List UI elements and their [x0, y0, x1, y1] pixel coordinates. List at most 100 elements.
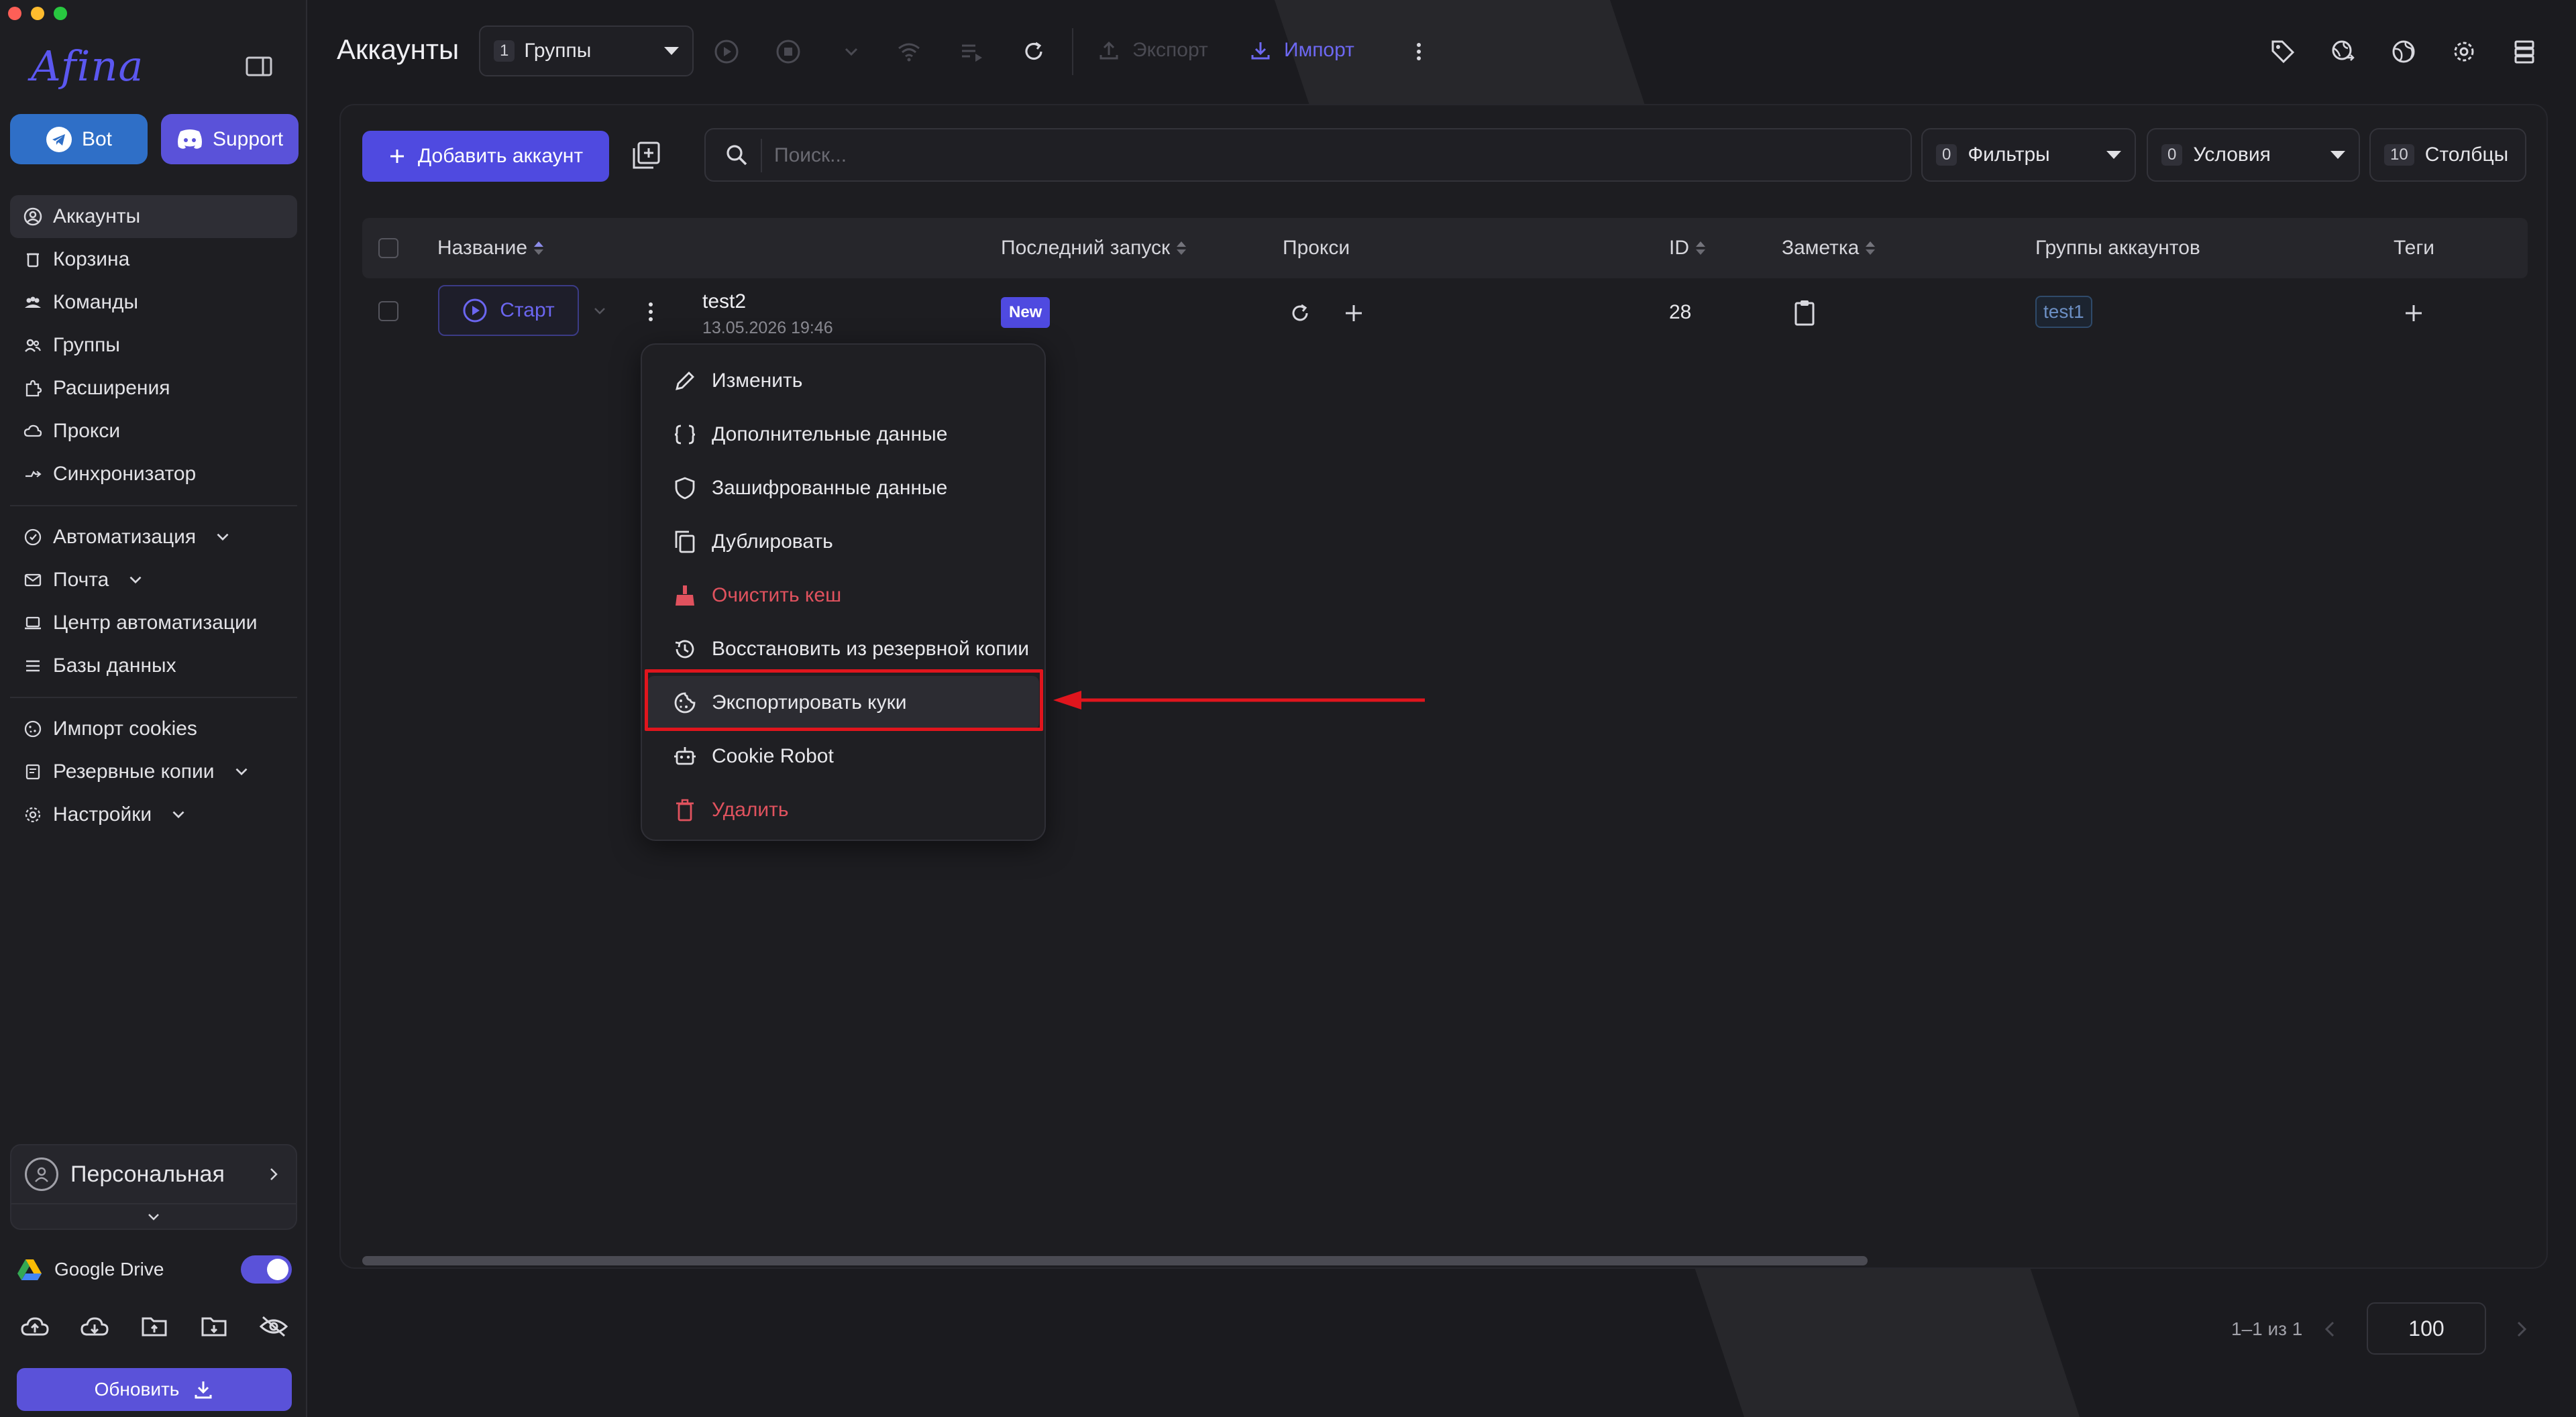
- sidebar-item-teams[interactable]: Команды: [10, 281, 297, 324]
- conditions-dropdown[interactable]: 0 Условия: [2147, 128, 2360, 182]
- chevron-down-icon: [148, 1214, 159, 1221]
- column-header-groups: Группы аккаунтов: [2035, 237, 2200, 260]
- plus-icon: [390, 150, 404, 163]
- sidebar-item-backups[interactable]: Резервные копии: [10, 750, 297, 793]
- refresh-icon[interactable]: [1288, 301, 1312, 325]
- column-header-id[interactable]: ID: [1669, 237, 1705, 260]
- cloud-icon: [23, 424, 42, 437]
- workspace-name: Персональная: [70, 1161, 225, 1187]
- sidebar-item-settings[interactable]: Настройки: [10, 793, 297, 836]
- sidebar-item-databases[interactable]: Базы данных: [10, 644, 297, 687]
- gear-icon[interactable]: [2451, 39, 2477, 64]
- menu-item-extra-data[interactable]: Дополнительные данные: [647, 408, 1039, 461]
- more-vertical-icon[interactable]: [1406, 39, 1432, 64]
- play-circle-icon[interactable]: [714, 39, 739, 64]
- sidebar-item-label: Команды: [53, 291, 139, 313]
- minimize-window-button[interactable]: [31, 7, 44, 20]
- menu-item-clear-cache[interactable]: Очистить кеш: [647, 569, 1039, 622]
- maximize-window-button[interactable]: [54, 7, 67, 20]
- page-size-input[interactable]: 100: [2367, 1302, 2486, 1355]
- backup-icon: [25, 764, 40, 780]
- export-button[interactable]: Экспорт: [1097, 39, 1208, 62]
- google-drive-toggle[interactable]: [241, 1255, 292, 1284]
- menu-item-duplicate[interactable]: Дублировать: [647, 515, 1039, 569]
- wifi-icon[interactable]: [896, 39, 922, 64]
- export-label: Экспорт: [1132, 39, 1208, 61]
- cloud-download-icon[interactable]: [80, 1314, 109, 1339]
- table-row[interactable]: Старт test2 13.05.2026 19:46 New 28 test…: [362, 285, 2528, 345]
- folder-download-icon[interactable]: [199, 1314, 229, 1339]
- broom-icon: [676, 585, 694, 606]
- horizontal-scrollbar[interactable]: [362, 1256, 1868, 1265]
- start-button[interactable]: Старт: [438, 285, 579, 336]
- pagination-range: 1–1 из 1: [2231, 1318, 2303, 1339]
- sidebar-item-groups[interactable]: Группы: [10, 324, 297, 367]
- group-select[interactable]: 1 Группы: [479, 25, 694, 76]
- workspace-switcher[interactable]: Персональная: [10, 1144, 297, 1230]
- top-bar: Аккаунты 1 Группы Экспорт Импорт: [309, 0, 2576, 104]
- add-tag-icon[interactable]: [2402, 301, 2426, 325]
- sidebar-item-synchronizer[interactable]: Синхронизатор: [10, 453, 297, 496]
- chevron-down-icon[interactable]: [839, 39, 864, 64]
- globe-link-icon[interactable]: [2330, 39, 2356, 64]
- sidebar-item-mail[interactable]: Почта: [10, 559, 297, 602]
- sidebar-item-import-cookies[interactable]: Импорт cookies: [10, 707, 297, 750]
- columns-button[interactable]: 10 Столбцы: [2369, 128, 2526, 182]
- sidebar-item-proxy[interactable]: Прокси: [10, 410, 297, 453]
- account-group-chip[interactable]: test1: [2035, 296, 2092, 328]
- sidebar-item-automation[interactable]: Автоматизация: [10, 516, 297, 559]
- search-box: [704, 128, 1912, 182]
- column-header-name[interactable]: Название: [437, 237, 544, 260]
- clipboard-icon[interactable]: [1792, 298, 1817, 327]
- sidebar-item-automation-center[interactable]: Центр автоматизации: [10, 602, 297, 644]
- menu-item-encrypted-data[interactable]: Зашифрованные данные: [647, 461, 1039, 515]
- pencil-icon: [676, 372, 694, 390]
- sidebar-item-trash[interactable]: Корзина: [10, 238, 297, 281]
- menu-item-restore-backup[interactable]: Восстановить из резервной копии: [647, 622, 1039, 676]
- sidebar-item-accounts[interactable]: Аккаунты: [10, 195, 297, 238]
- search-input[interactable]: [773, 129, 1882, 182]
- caret-down-icon: [2106, 151, 2121, 159]
- sidebar-toggle-icon[interactable]: [246, 56, 272, 76]
- column-header-last-run[interactable]: Последний запуск: [1001, 237, 1187, 260]
- column-label: Группы аккаунтов: [2035, 237, 2200, 259]
- menu-item-delete[interactable]: Удалить: [647, 783, 1039, 837]
- refresh-icon[interactable]: [1021, 39, 1046, 64]
- menu-item-cookie-robot[interactable]: Cookie Robot: [647, 730, 1039, 783]
- tag-icon[interactable]: [2270, 39, 2296, 64]
- workspace-expand[interactable]: [11, 1204, 296, 1226]
- cloud-upload-icon[interactable]: [20, 1314, 50, 1339]
- workspace-row[interactable]: Персональная: [11, 1145, 296, 1204]
- update-button[interactable]: Обновить: [17, 1368, 292, 1411]
- bot-button[interactable]: Bot: [10, 114, 148, 164]
- sidebar-item-label: Корзина: [53, 248, 130, 270]
- column-label: Прокси: [1283, 237, 1350, 259]
- sidebar-item-extensions[interactable]: Расширения: [10, 367, 297, 410]
- filters-dropdown[interactable]: 0 Фильтры: [1921, 128, 2136, 182]
- previous-page-icon[interactable]: [2320, 1316, 2340, 1343]
- sidebar-item-label: Почта: [53, 569, 109, 591]
- layout-rows-icon[interactable]: [2512, 39, 2537, 64]
- select-all-checkbox[interactable]: [378, 238, 398, 258]
- eye-off-icon[interactable]: [259, 1314, 288, 1339]
- chevron-down-icon[interactable]: [590, 301, 609, 320]
- column-header-note[interactable]: Заметка: [1782, 237, 1876, 260]
- columns-label: Столбцы: [2424, 144, 2509, 166]
- close-window-button[interactable]: [8, 7, 21, 20]
- stop-circle-icon[interactable]: [775, 39, 801, 64]
- globe-icon[interactable]: [2391, 39, 2416, 64]
- add-proxy-icon[interactable]: [1342, 301, 1366, 325]
- menu-item-edit[interactable]: Изменить: [647, 354, 1039, 408]
- more-vertical-icon[interactable]: [644, 298, 657, 325]
- add-account-button[interactable]: Добавить аккаунт: [362, 131, 609, 182]
- playlist-icon[interactable]: [959, 39, 985, 64]
- folder-upload-icon[interactable]: [140, 1314, 169, 1339]
- next-page-icon[interactable]: [2512, 1316, 2532, 1343]
- bulk-add-icon[interactable]: [631, 140, 661, 171]
- support-button[interactable]: Support: [161, 114, 299, 164]
- column-label: Название: [437, 237, 528, 259]
- robot-icon: [674, 747, 696, 765]
- sidebar-divider: [10, 505, 297, 506]
- import-button[interactable]: Импорт: [1249, 39, 1354, 62]
- row-checkbox[interactable]: [378, 301, 398, 321]
